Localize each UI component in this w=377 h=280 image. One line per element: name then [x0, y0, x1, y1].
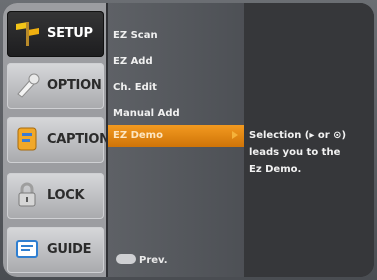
- description-panel: Selection (▸ or ⊙) leads you to the Ez D…: [244, 3, 374, 277]
- nav-item-caption[interactable]: CAPTION: [7, 117, 110, 163]
- caption-icon: [17, 127, 37, 151]
- description-line: Ez Demo.: [249, 164, 302, 175]
- guide-icon: [16, 240, 38, 258]
- nav-item-label: SETUP: [47, 26, 93, 41]
- description-line: leads you to the: [249, 147, 341, 158]
- menu-button-icon: [116, 254, 136, 264]
- menu-item-ez-scan[interactable]: EZ Scan: [108, 25, 246, 47]
- nav-item-label: OPTION: [47, 78, 102, 93]
- description-line: Selection (▸ or ⊙): [249, 130, 347, 141]
- setup-submenu: EZ Scan EZ Add Ch. Edit Manual Add EZ De…: [106, 3, 246, 277]
- nav-item-setup[interactable]: SETUP: [7, 11, 104, 57]
- option-icon: [17, 73, 40, 98]
- menu-item-ez-add[interactable]: EZ Add: [108, 51, 246, 73]
- main-nav: SETUP OPTION CAPTION LOCK GUIDE: [3, 3, 110, 277]
- prev-label: Prev.: [139, 255, 168, 266]
- menu-frame: SETUP OPTION CAPTION LOCK GUIDE EZ Scan …: [3, 3, 374, 277]
- nav-item-label: LOCK: [47, 188, 85, 203]
- nav-item-lock[interactable]: LOCK: [7, 173, 104, 219]
- nav-item-label: GUIDE: [47, 242, 92, 257]
- nav-item-guide[interactable]: GUIDE: [7, 227, 104, 273]
- nav-item-label: CAPTION: [47, 132, 110, 147]
- menu-item-ez-demo[interactable]: EZ Demo: [108, 125, 246, 147]
- selection-arrow-icon: [232, 131, 238, 139]
- nav-item-option[interactable]: OPTION: [7, 63, 104, 109]
- menu-item-manual-add[interactable]: Manual Add: [108, 103, 246, 125]
- setup-icon: [16, 22, 39, 46]
- description-text: Selection (▸ or ⊙) leads you to the Ez D…: [249, 127, 369, 178]
- menu-item-ch-edit[interactable]: Ch. Edit: [108, 77, 246, 99]
- tv-menu-screen: SETUP OPTION CAPTION LOCK GUIDE EZ Scan …: [0, 0, 377, 280]
- prev-button[interactable]: Prev.: [116, 253, 168, 269]
- lock-icon: [18, 182, 36, 207]
